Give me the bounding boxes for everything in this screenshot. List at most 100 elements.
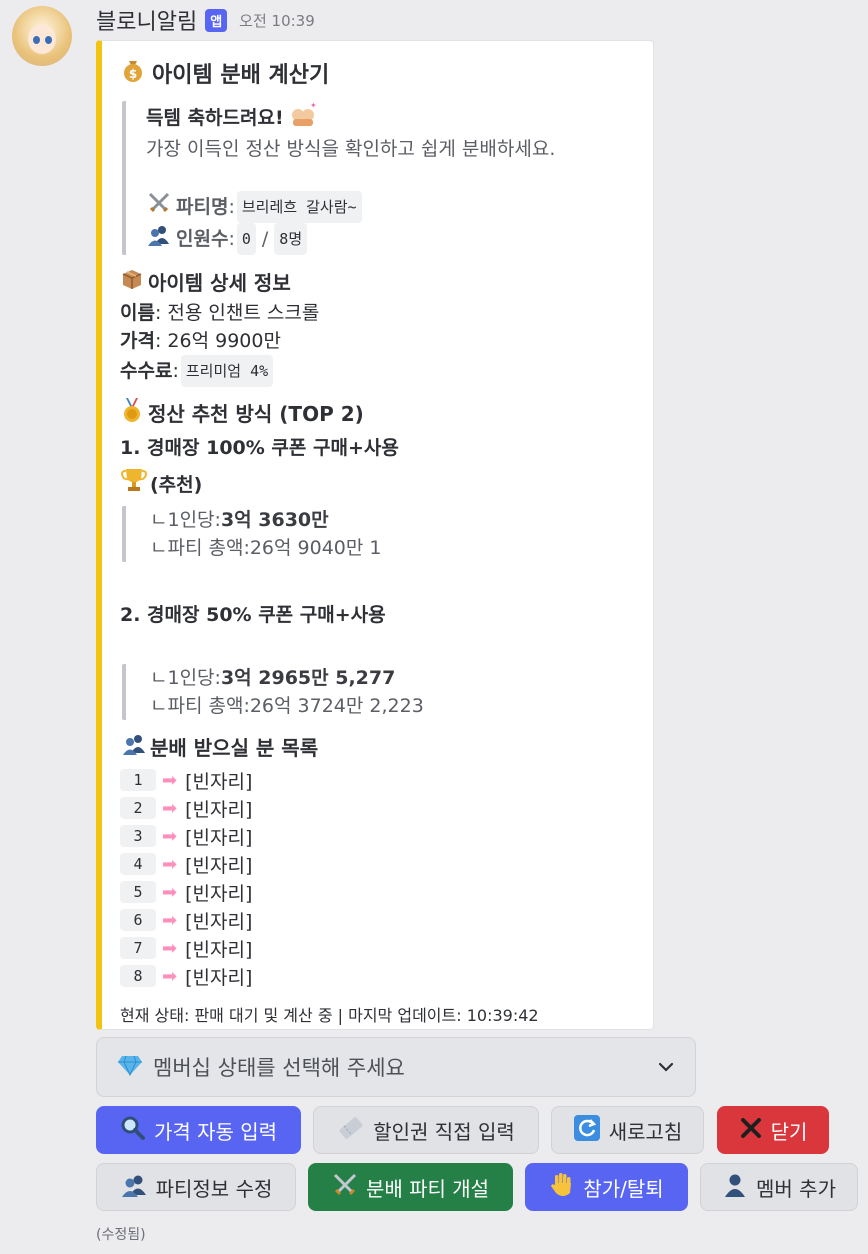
recipient-name: [빈자리]: [185, 910, 253, 933]
open-party-label: 분배 파티 개설: [365, 1176, 490, 1201]
method-1-title: 1. 경매장 100% 쿠폰 구매+사용: [120, 437, 399, 459]
recipient-name: [빈자리]: [185, 826, 253, 849]
svg-text:$: $: [129, 67, 137, 81]
coupon-input-button[interactable]: 할인권 직접 입력: [313, 1106, 539, 1154]
recipient-number: 6: [120, 909, 156, 931]
recipients-title-text: 분배 받으실 분 목록: [150, 736, 319, 760]
status-footer: 현재 상태: 판매 대기 및 계산 중 | 마지막 업데이트: 10:39:42: [120, 1006, 539, 1025]
trophy-icon: [120, 467, 148, 502]
method-2-per-person-label: ㄴ1인당:: [150, 667, 221, 689]
username[interactable]: 블로니알림: [96, 4, 197, 36]
medal-icon: [120, 397, 144, 431]
auto-price-label: 가격 자동 입력: [153, 1119, 278, 1144]
recipient-name: [빈자리]: [185, 938, 253, 961]
recipient-number: 4: [120, 853, 156, 875]
avatar-eye-left: [33, 36, 40, 44]
item-fee-label: 수수료: [120, 360, 173, 382]
party-name-line: 파티명 : 브리레흐 갈사람~: [146, 191, 641, 223]
refresh-button[interactable]: 새로고침: [551, 1106, 704, 1154]
list-item: 2 ➡ [빈자리]: [120, 794, 641, 822]
method-1-recommend-line: (추천): [120, 467, 641, 502]
gem-icon: [117, 1054, 143, 1081]
method-2-per-person: ㄴ1인당: 3억 2965만 5,277: [150, 664, 641, 692]
right-arrow-icon: ➡: [162, 909, 178, 931]
method-1-total-label: ㄴ파티 총액:: [150, 537, 250, 559]
method-1-quote: ㄴ1인당: 3억 3630만 ㄴ파티 총액: 26억 9040만 1: [122, 506, 641, 562]
recipient-name: [빈자리]: [185, 966, 253, 989]
intro-quote: 득템 축하드려요! ✦ 가장 이득인 정산 방식을 확인하고 쉽게 분배하세요.…: [122, 101, 641, 255]
recipient-name: [빈자리]: [185, 882, 253, 905]
recipient-number: 1: [120, 769, 156, 791]
item-fee-value: 프리미엄 4%: [180, 355, 274, 387]
method-2-total-value: 26억 3724만 2,223: [249, 695, 424, 717]
package-icon: [120, 267, 144, 299]
method-1-per-person-value: 3억 3630만: [220, 509, 329, 531]
bot-avatar[interactable]: [12, 6, 72, 66]
busts-icon-3: [120, 1172, 148, 1203]
membership-select[interactable]: 멤버십 상태를 선택해 주세요: [96, 1037, 696, 1097]
party-label: 파티명: [176, 196, 229, 218]
method-2-per-person-value: 3억 2965만 5,277: [220, 667, 396, 689]
members-separator: /: [261, 228, 269, 250]
members-label: 인원수: [176, 228, 229, 250]
open-party-button[interactable]: 분배 파티 개설: [308, 1163, 513, 1211]
method-1-total: ㄴ파티 총액: 26억 9040만 1: [150, 534, 641, 562]
method-2-total-label: ㄴ파티 총액:: [150, 695, 250, 717]
coupon-input-label: 할인권 직접 입력: [373, 1119, 515, 1144]
right-arrow-icon: ➡: [162, 881, 178, 903]
item-section-title: 아이템 상세 정보: [120, 267, 641, 299]
timestamp[interactable]: 오전 10:39: [239, 10, 315, 31]
list-item: 4 ➡ [빈자리]: [120, 850, 641, 878]
close-label: 닫기: [770, 1119, 808, 1144]
item-price-value: : 26억 9900만: [154, 330, 281, 352]
recipient-number: 2: [120, 797, 156, 819]
party-edit-button[interactable]: 파티정보 수정: [96, 1163, 296, 1211]
members-max: 8명: [274, 223, 308, 255]
item-fee-line: 수수료 : 프리미엄 4%: [120, 355, 641, 387]
member-count-line: 인원수 : 0 / 8명: [146, 223, 641, 255]
embed-title-text: 아이템 분배 계산기: [152, 63, 330, 88]
list-item: 8 ➡ [빈자리]: [120, 962, 641, 990]
close-icon: [739, 1116, 763, 1145]
chevron-down-icon: [655, 1056, 677, 1083]
item-price-label: 가격: [120, 330, 155, 352]
close-button[interactable]: 닫기: [717, 1106, 829, 1154]
auto-price-button[interactable]: 가격 자동 입력: [96, 1106, 301, 1154]
method-1-recommend: (추천): [150, 473, 203, 496]
right-arrow-icon: ➡: [162, 797, 178, 819]
busts-icon-2: [120, 732, 148, 764]
list-item: 3 ➡ [빈자리]: [120, 822, 641, 850]
money-bag-icon: $: [120, 57, 146, 89]
method-section-text: 정산 추천 방식 (TOP 2): [148, 402, 364, 426]
congrats-text: 득템 축하드려요!: [146, 107, 284, 129]
method-1-per-person-label: ㄴ1인당:: [150, 509, 221, 531]
recipient-number: 7: [120, 937, 156, 959]
list-item: 5 ➡ [빈자리]: [120, 878, 641, 906]
avatar-eye-right: [45, 36, 52, 44]
crossed-swords-icon-2: [332, 1172, 358, 1203]
membership-select-placeholder: 멤버십 상태를 선택해 주세요: [153, 1056, 405, 1080]
recipient-list: 1 ➡ [빈자리] 2 ➡ [빈자리] 3 ➡ [빈자리] 4 ➡ [빈자리] 5 ➡ [빈자리] …: [120, 766, 641, 990]
subtitle-line: 가장 이득인 정산 방식을 확인하고 쉽게 분배하세요.: [146, 138, 556, 160]
add-member-button[interactable]: 멤버 추가: [700, 1163, 858, 1211]
method-section-title: 정산 추천 방식 (TOP 2): [120, 397, 641, 431]
party-edit-label: 파티정보 수정: [155, 1176, 273, 1201]
refresh-icon: [573, 1114, 601, 1147]
recipients-title: 분배 받으실 분 목록: [120, 732, 641, 764]
method-2-quote: ㄴ1인당: 3억 2965만 5,277 ㄴ파티 총액: 26억 3724만 2…: [122, 664, 641, 720]
raised-hand-icon: [549, 1171, 575, 1204]
method-1-total-value: 26억 9040만 1: [249, 537, 382, 559]
recipient-name: [빈자리]: [185, 770, 253, 793]
join-leave-button[interactable]: 참가/탈퇴: [525, 1163, 688, 1211]
svg-text:✦: ✦: [310, 101, 316, 110]
right-arrow-icon: ➡: [162, 825, 178, 847]
app-badge: 앱: [205, 8, 228, 32]
item-name-value: : 전용 인챈트 스크롤: [154, 302, 320, 324]
add-member-label: 멤버 추가: [756, 1176, 836, 1201]
right-arrow-icon: ➡: [162, 769, 178, 791]
right-arrow-icon: ➡: [162, 853, 178, 875]
recipient-number: 5: [120, 881, 156, 903]
refresh-label: 새로고침: [608, 1119, 683, 1144]
method-1-per-person: ㄴ1인당: 3억 3630만: [150, 506, 641, 534]
join-leave-label: 참가/탈퇴: [583, 1176, 664, 1201]
